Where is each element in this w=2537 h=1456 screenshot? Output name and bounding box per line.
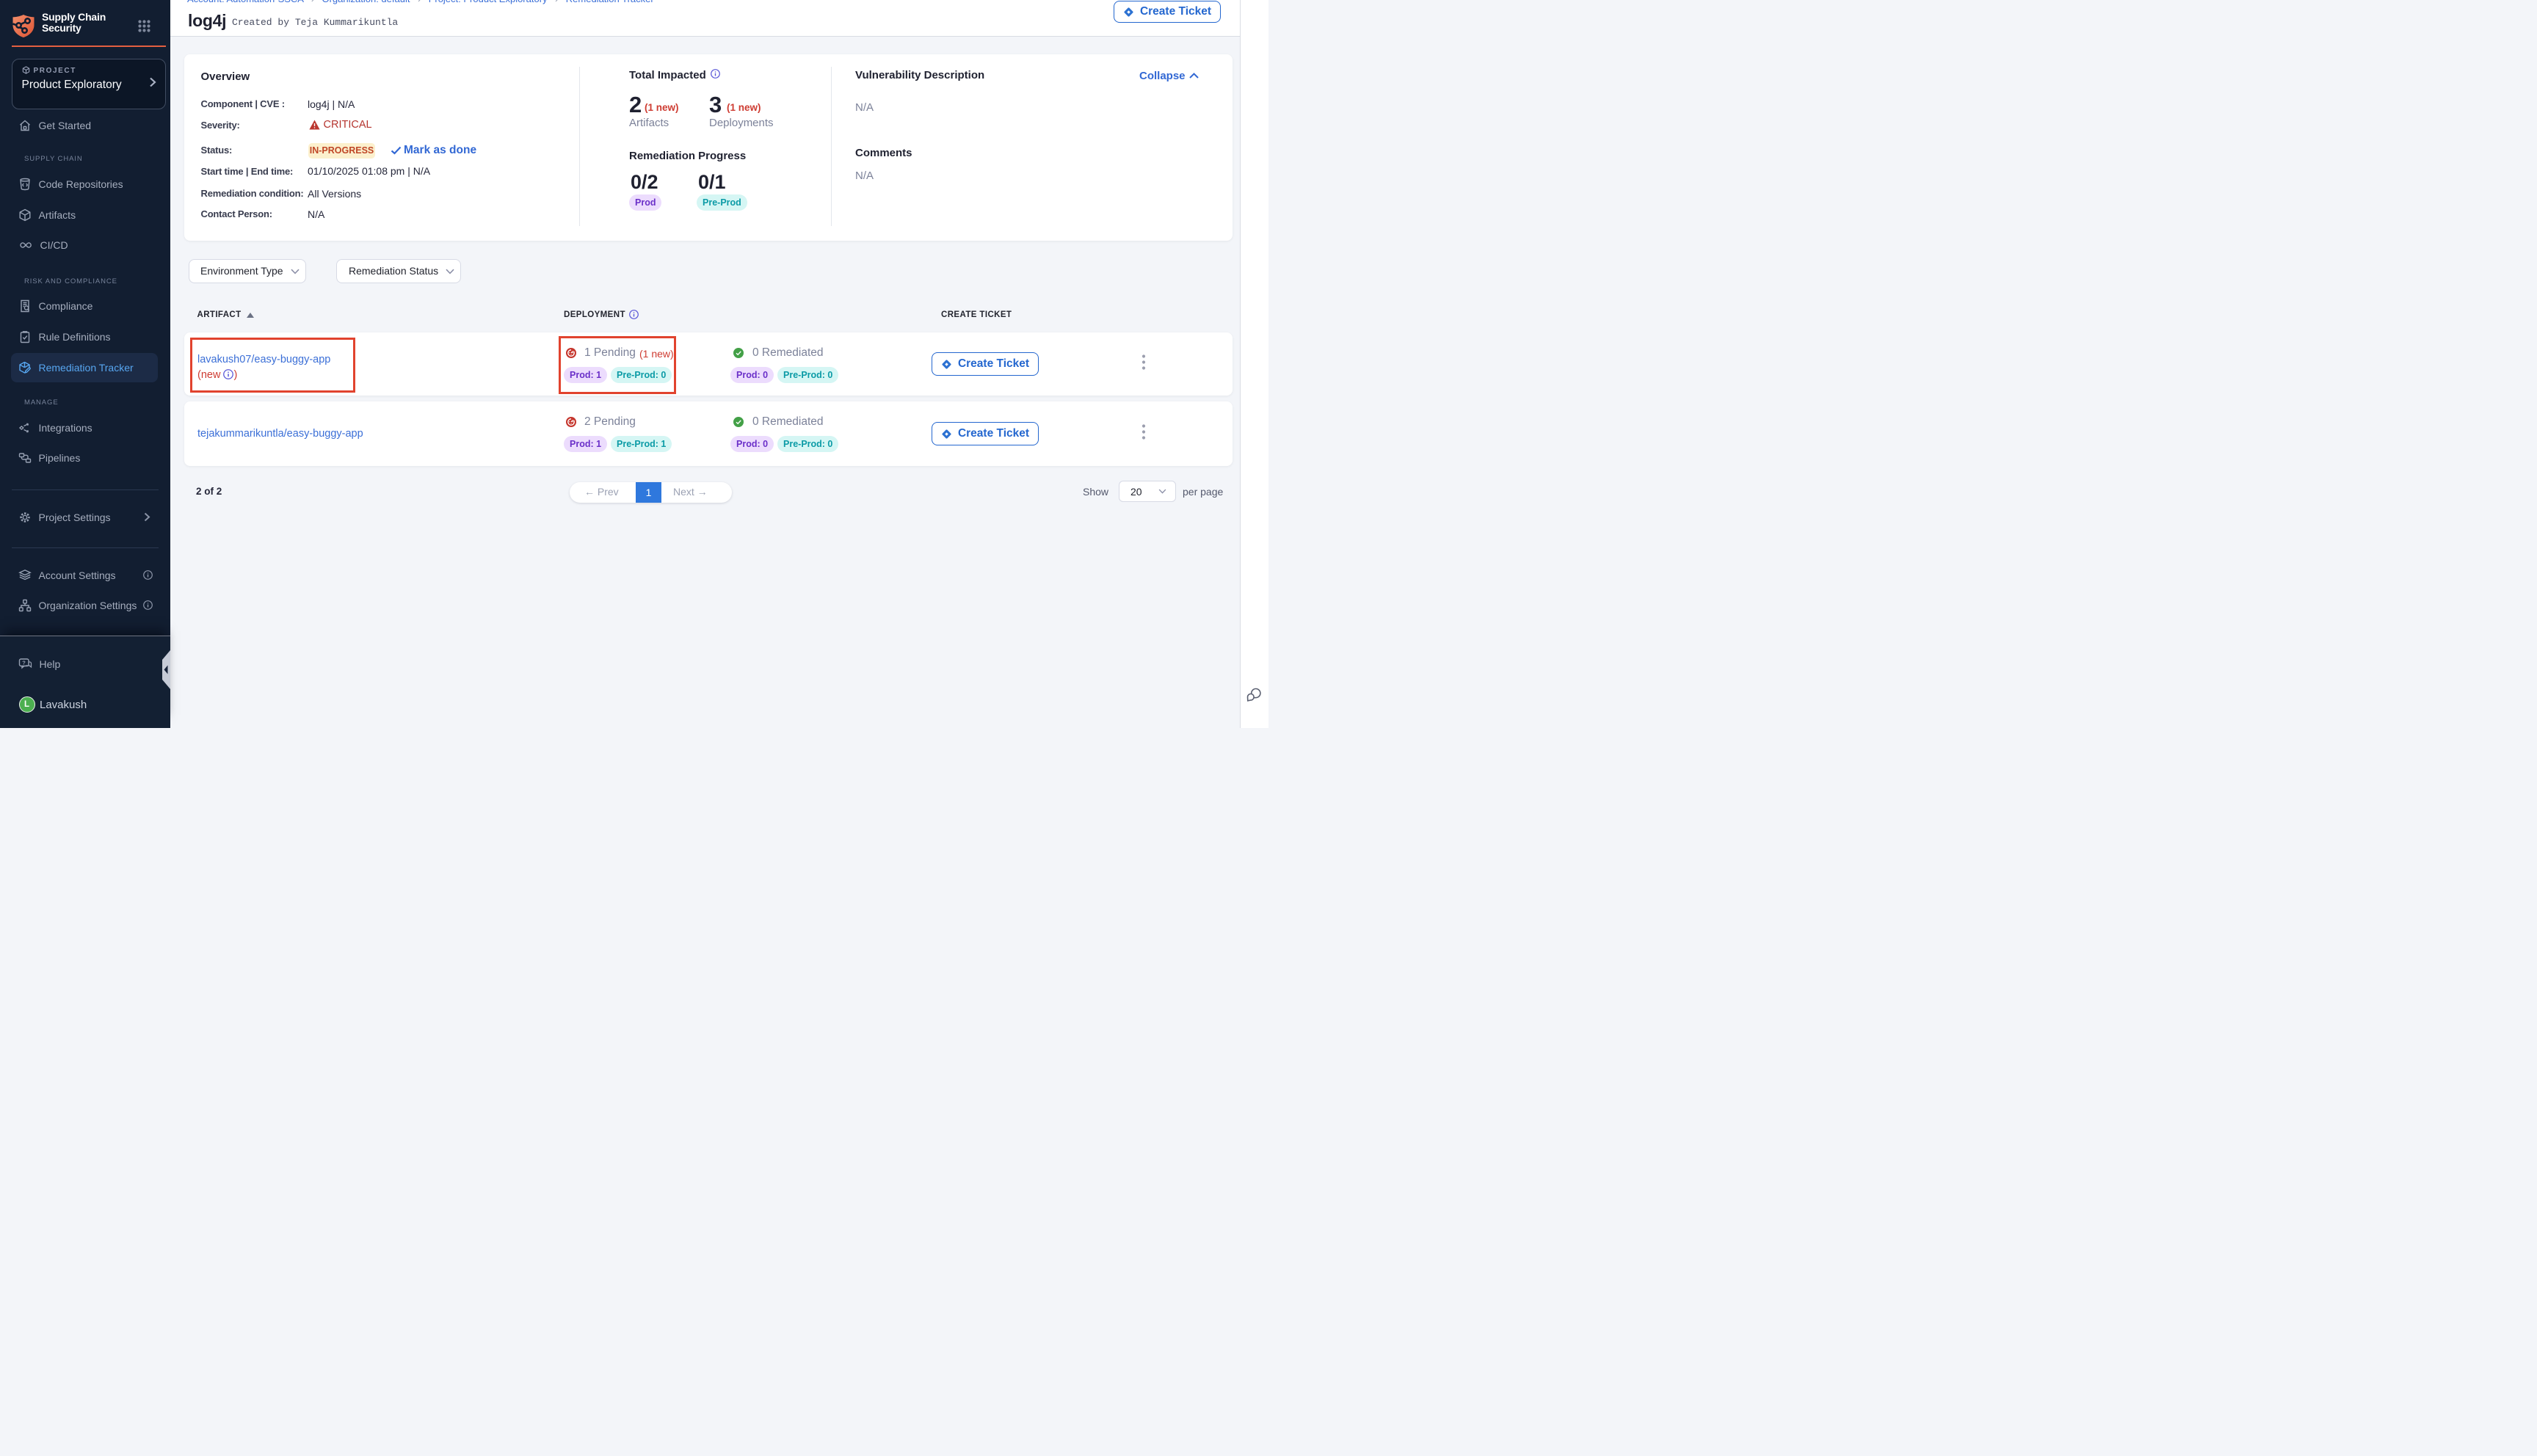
- svg-text:?: ?: [22, 659, 26, 666]
